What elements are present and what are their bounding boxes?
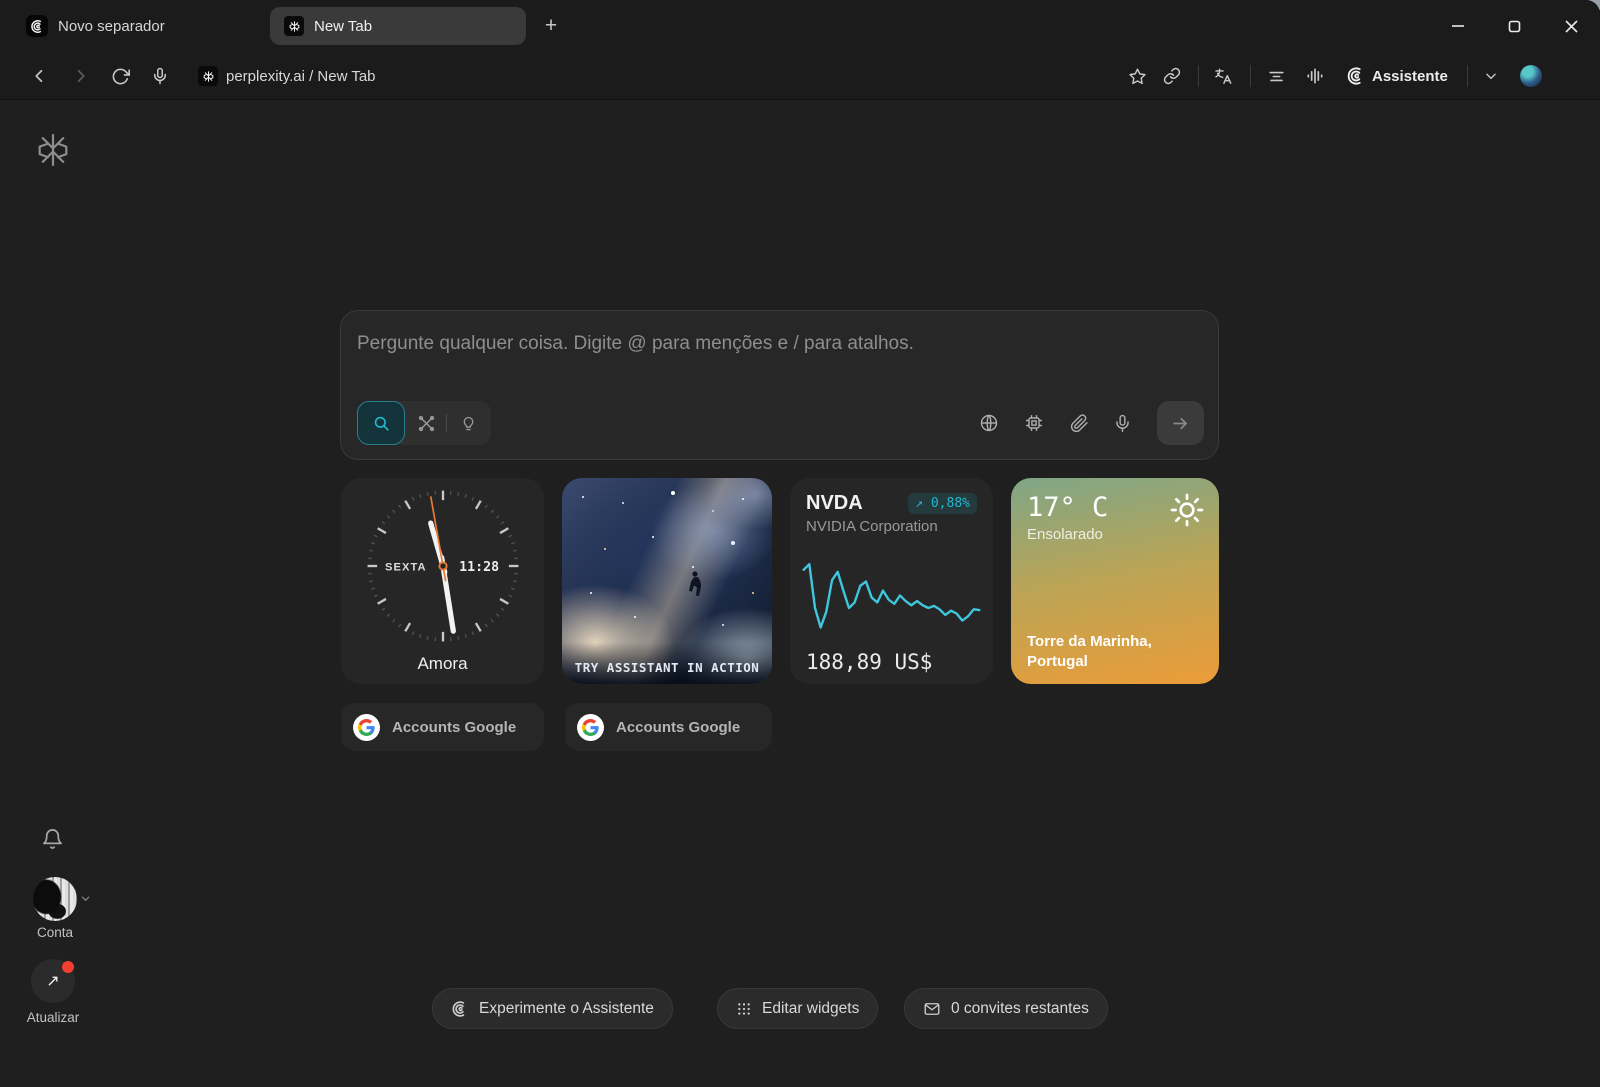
weather-condition: Ensolarado (1027, 526, 1103, 543)
back-button[interactable] (20, 52, 60, 100)
stock-symbol: NVDA (806, 492, 863, 514)
attach-paperclip-icon[interactable] (1061, 401, 1097, 445)
clock-city-label: Amora (417, 654, 468, 673)
comet-icon (451, 1000, 469, 1018)
clock-widget[interactable]: SEXTA 11:28 Amora (341, 478, 544, 684)
model-chip-icon[interactable] (1016, 401, 1052, 445)
shortcut-accounts-google-2[interactable]: Accounts Google (565, 703, 772, 751)
search-mode-button[interactable] (357, 401, 405, 445)
notifications-bell-icon[interactable] (41, 828, 64, 851)
address-bar-url[interactable]: perplexity.ai / New Tab (226, 52, 376, 100)
stock-widget[interactable]: NVDA ↗ 0,88% NVIDIA Corporation 188,89 U… (790, 478, 993, 684)
grid-dots-icon (736, 1001, 752, 1017)
surfer-silhouette (684, 569, 706, 601)
edit-widgets-button[interactable]: Editar widgets (717, 988, 879, 1029)
ask-anything-box (340, 310, 1219, 460)
search-mode-pill (357, 401, 491, 445)
comet-app-icon[interactable] (26, 15, 48, 37)
invites-button[interactable]: 0 convites restantes (904, 988, 1108, 1029)
account-chevron-icon (80, 893, 91, 904)
maximize-button[interactable] (1486, 0, 1543, 52)
star-speckles (582, 496, 584, 498)
forward-button[interactable] (60, 52, 100, 100)
google-logo-icon (577, 713, 604, 741)
try-assistant-button[interactable]: Experimente o Assistente (432, 988, 673, 1029)
stock-company-name: NVIDIA Corporation (806, 518, 938, 535)
voice-search-icon[interactable] (140, 52, 180, 100)
copy-link-icon[interactable] (1152, 52, 1192, 100)
invites-label: 0 convites restantes (951, 999, 1089, 1017)
stock-price: 188,89 US$ (806, 650, 933, 674)
nav-divider (1467, 65, 1468, 87)
edit-widgets-label: Editar widgets (762, 999, 860, 1017)
arrow-up-right-icon: ↗ (46, 973, 60, 990)
close-button[interactable] (1543, 0, 1600, 52)
active-tab[interactable]: New Tab (270, 7, 526, 45)
research-mode-icon[interactable] (409, 401, 443, 445)
tab-strip: Novo separador New Tab + (0, 0, 1600, 52)
weather-location: Torre da Marinha, Portugal (1027, 632, 1152, 670)
minimize-button[interactable] (1429, 0, 1486, 52)
web-sources-globe-icon[interactable] (971, 401, 1007, 445)
stock-sparkline (802, 562, 981, 629)
reload-button[interactable] (100, 52, 140, 100)
promo-caption: TRY ASSISTANT IN ACTION (562, 642, 772, 684)
clock-digital-time: 11:28 (459, 560, 499, 575)
window-controls (1429, 0, 1600, 52)
reading-list-icon[interactable] (1256, 52, 1296, 100)
update-notification-dot (62, 961, 74, 973)
new-tab-page: SEXTA 11:28 Amora TRY ASSISTANT IN ACTIO… (0, 100, 1600, 1087)
assistant-label[interactable]: Assistente (1372, 52, 1448, 100)
perplexity-logo (33, 127, 73, 173)
chevron-down-icon[interactable] (1473, 52, 1509, 100)
navigation-bar: perplexity.ai / New Tab Assistente (0, 52, 1600, 100)
search-input[interactable] (357, 329, 1197, 359)
shortcut-accounts-google-1[interactable]: Accounts Google (341, 703, 544, 751)
submit-arrow-button[interactable] (1157, 401, 1204, 445)
assistant-promo-widget[interactable]: TRY ASSISTANT IN ACTION (562, 478, 772, 684)
clock-day: SEXTA (384, 561, 426, 573)
sun-icon (1169, 492, 1205, 528)
shortcut-label: Accounts Google (392, 718, 517, 736)
perplexity-favicon (284, 16, 304, 36)
dictate-mic-icon[interactable] (1104, 401, 1140, 445)
translate-icon[interactable] (1203, 52, 1243, 100)
new-tab-strip-label[interactable]: Novo separador (58, 0, 165, 52)
try-assistant-label: Experimente o Assistente (479, 999, 654, 1017)
profile-avatar[interactable] (1520, 65, 1542, 87)
google-logo-icon (353, 713, 380, 741)
shortcut-label: Accounts Google (616, 718, 741, 736)
new-tab-button[interactable]: + (537, 12, 565, 40)
mode-divider (446, 414, 447, 432)
labs-bulb-icon[interactable] (451, 401, 485, 445)
account-label: Conta (36, 925, 74, 940)
weather-widget[interactable]: 17° C Ensolarado Torre da Marinha, Portu… (1011, 478, 1219, 684)
bookmark-star-icon[interactable] (1117, 52, 1157, 100)
update-label: Atualizar (26, 1010, 80, 1025)
stock-change-badge: ↗ 0,88% (908, 493, 977, 514)
browser-window: Novo separador New Tab + perplexity.ai /… (0, 0, 1600, 1087)
nav-divider (1250, 65, 1251, 87)
assistant-comet-icon[interactable] (1336, 52, 1376, 100)
voice-wave-icon[interactable] (1295, 52, 1335, 100)
nav-divider (1198, 65, 1199, 87)
site-favicon (198, 66, 218, 86)
account-avatar[interactable] (33, 877, 77, 921)
active-tab-title: New Tab (314, 17, 373, 35)
envelope-icon (923, 1000, 941, 1018)
